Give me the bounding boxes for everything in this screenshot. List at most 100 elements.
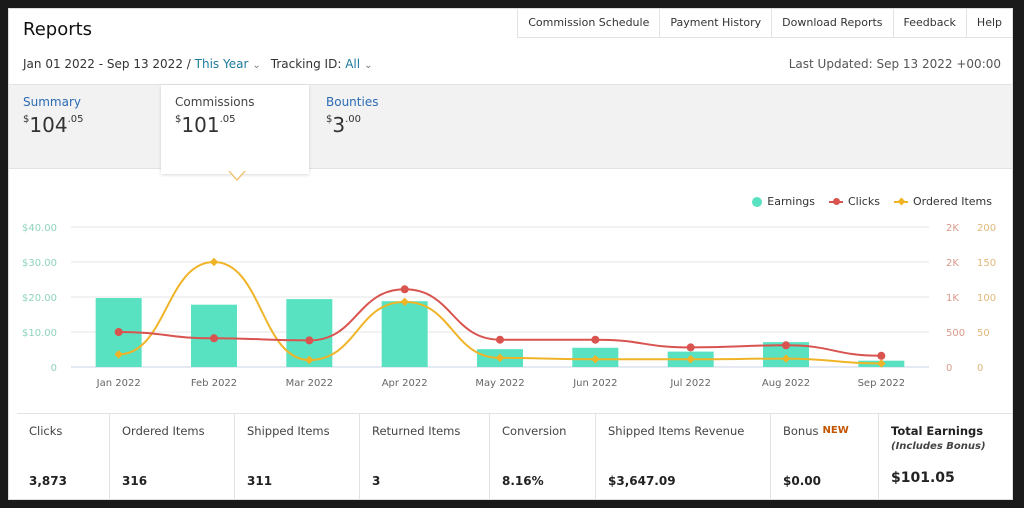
amount-whole: 101: [181, 113, 220, 137]
tracking-id-dropdown[interactable]: Tracking ID: All ⌄: [271, 57, 373, 71]
tab-summary[interactable]: Summary $104.05: [9, 85, 161, 170]
tab-amount: $104.05: [23, 113, 147, 137]
clicks-point: [114, 328, 123, 336]
clicks-point: [400, 285, 409, 294]
amount-whole: 3: [332, 113, 346, 137]
metric-value: $3,647.09: [608, 474, 676, 488]
ordered-items-swatch: [893, 200, 908, 203]
legend-earnings[interactable]: Earnings: [752, 195, 815, 208]
chevron-down-icon: ⌄: [252, 60, 261, 71]
help-link[interactable]: Help: [967, 9, 1012, 37]
metric-label: Total Earnings: [891, 424, 984, 438]
metric-value: 3,873: [29, 474, 67, 488]
clicks-swatch: [829, 197, 843, 205]
x-axis-tick: Feb 2022: [191, 378, 237, 389]
ordered-axis-tick: 100: [977, 293, 996, 304]
metric-label: Returned Items: [372, 424, 461, 438]
amount-cents: .05: [67, 114, 84, 125]
metric-value: $0.00: [783, 474, 821, 488]
metric-label: Shipped Items: [247, 424, 330, 438]
metric-label: Ordered Items: [122, 424, 205, 438]
tracking-id-value: All: [345, 57, 361, 71]
metric-value: 316: [122, 474, 148, 488]
metric-value: 311: [247, 474, 273, 488]
tracking-id-label: Tracking ID:: [270, 57, 342, 71]
active-tab-pointer: [228, 170, 246, 181]
left-axis-tick: $40.00: [22, 223, 57, 234]
x-axis-tick: Aug 2022: [762, 378, 810, 389]
tab-label: Bounties: [326, 95, 379, 109]
clicks-point: [686, 343, 695, 352]
tab-amount: $3.00: [326, 113, 448, 137]
tab-label: Summary: [23, 95, 81, 109]
tab-bounties[interactable]: Bounties $3.00: [312, 85, 462, 170]
metric-clicks: Clicks 3,873: [17, 414, 110, 500]
clicks-axis-tick: 2K: [946, 223, 959, 234]
date-range-dropdown[interactable]: Jan 01 2022 - Sep 13 2022 / This Year ⌄: [23, 57, 261, 71]
clicks-axis-tick: 2K: [946, 258, 959, 269]
clicks-point: [496, 335, 504, 344]
metric-value: 3: [372, 474, 381, 488]
chevron-down-icon: ⌄: [364, 60, 373, 71]
metric-ordered-items: Ordered Items 316: [110, 414, 235, 500]
last-updated: Last Updated: Sep 13 2022 +00:00: [788, 57, 1001, 71]
metrics-row: Clicks 3,873 Ordered Items 316 Shipped I…: [17, 413, 1012, 500]
clicks-point: [877, 351, 886, 360]
earnings-chart: 0 0 0 $10.00 500 50 $20.00 1K 100 $30.00 2K 150 $40.…: [22, 223, 996, 389]
clicks-point: [782, 341, 790, 350]
payment-history-link[interactable]: Payment History: [660, 9, 773, 37]
x-axis-tick: May 2022: [475, 378, 524, 389]
metric-sublabel: (Includes Bonus): [891, 441, 986, 452]
metric-label: Shipped Items Revenue: [608, 424, 745, 438]
commission-schedule-link[interactable]: Commission Schedule: [518, 9, 661, 37]
metric-shipped-items: Shipped Items 311: [235, 414, 360, 500]
left-axis-tick: 0: [51, 363, 57, 374]
legend-label: Earnings: [767, 195, 815, 208]
clicks-axis-tick: 0: [946, 363, 952, 374]
metric-label: Conversion: [502, 424, 567, 438]
legend-label: Ordered Items: [912, 195, 992, 208]
ordered-axis-tick: 50: [977, 328, 990, 339]
page-title: Reports: [23, 19, 93, 40]
ordered-axis-tick: 0: [977, 363, 983, 374]
feedback-link[interactable]: Feedback: [894, 9, 967, 37]
period-value: This Year: [194, 57, 249, 71]
amount-cents: .00: [345, 114, 362, 125]
clicks-point: [305, 336, 314, 345]
reports-panel: Reports Commission Schedule Payment Hist…: [8, 8, 1013, 500]
x-axis-tick: Mar 2022: [286, 378, 334, 389]
metric-value: $101.05: [891, 470, 955, 486]
date-range-text: Jan 01 2022 - Sep 13 2022 /: [23, 57, 191, 71]
amount-whole: 104: [29, 113, 68, 137]
tab-commissions[interactable]: Commissions $101.05: [161, 85, 309, 174]
metric-label: Bonus NEW: [783, 424, 866, 438]
earnings-bar: [381, 301, 428, 367]
chart-legend: Earnings Clicks Ordered Items: [752, 195, 992, 208]
metric-bonus: Bonus NEW $0.00: [771, 414, 879, 500]
legend-clicks[interactable]: Clicks: [829, 195, 880, 208]
ordered-axis-tick: 200: [977, 223, 996, 234]
tab-label: Commissions: [175, 95, 255, 109]
filters-bar: Jan 01 2022 - Sep 13 2022 / This Year ⌄ T…: [23, 57, 372, 71]
legend-ordered-items[interactable]: Ordered Items: [893, 195, 992, 208]
metric-returned-items: Returned Items 3: [360, 414, 490, 500]
x-axis-tick: Jun 2022: [572, 378, 617, 389]
metric-total-earnings: Total Earnings (Includes Bonus) $101.05: [879, 414, 1012, 500]
clicks-axis-tick: 500: [946, 328, 965, 339]
ordered-items-point: [209, 257, 219, 267]
x-axis-tick: Jan 2022: [96, 378, 141, 389]
metric-shipped-revenue: Shipped Items Revenue $3,647.09: [596, 414, 771, 500]
tab-amount: $101.05: [175, 113, 295, 137]
metric-label: Clicks: [29, 424, 63, 438]
x-axis-tick: Sep 2022: [858, 378, 905, 389]
download-reports-link[interactable]: Download Reports: [772, 9, 894, 37]
amount-cents: .05: [219, 114, 236, 125]
left-axis-tick: $20.00: [22, 293, 57, 304]
bonus-label: Bonus: [783, 424, 819, 438]
left-axis-tick: $10.00: [22, 328, 57, 339]
clicks-point: [210, 334, 218, 343]
left-axis-tick: $30.00: [22, 258, 57, 269]
x-axis-tick: Apr 2022: [382, 378, 428, 389]
clicks-axis-tick: 1K: [946, 293, 959, 304]
ordered-axis-tick: 150: [977, 258, 996, 269]
